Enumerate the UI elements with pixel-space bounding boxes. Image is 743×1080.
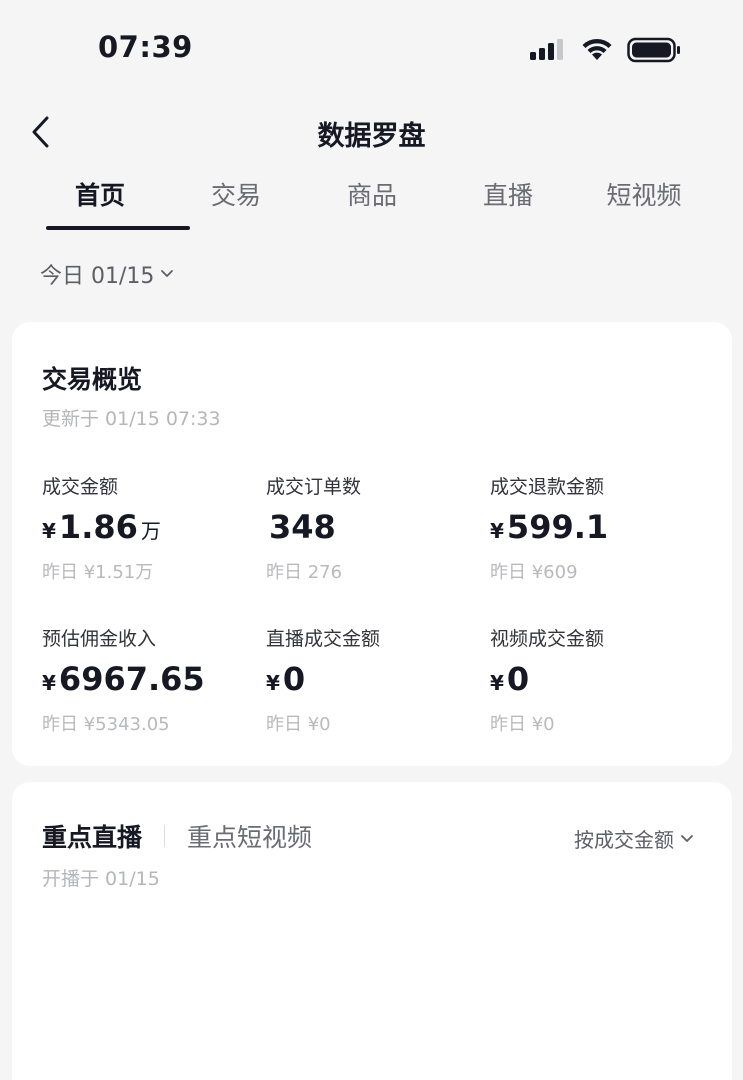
tab-label: 首页 bbox=[74, 181, 125, 210]
metric-number: 1.86 bbox=[58, 508, 138, 546]
metric-value: ¥ 6967.65 bbox=[42, 660, 266, 700]
metric-yesterday: 昨日 ¥0 bbox=[266, 714, 331, 735]
metrics-grid: 成交金额 ¥ 1.86 万 昨日 ¥1.51万 成交订单数 348 昨日 276… bbox=[42, 472, 722, 736]
metric-number: 6967.65 bbox=[58, 660, 205, 698]
tab-label: 交易 bbox=[210, 181, 261, 210]
metric-commission[interactable]: 预估佣金收入 ¥ 6967.65 昨日 ¥5343.05 bbox=[42, 624, 266, 736]
tab-home[interactable]: 首页 bbox=[32, 166, 190, 230]
metric-value: ¥ 0 bbox=[266, 660, 490, 700]
currency-symbol: ¥ bbox=[490, 671, 504, 695]
metric-number: 0 bbox=[506, 660, 530, 698]
metric-label: 视频成交金额 bbox=[490, 628, 605, 650]
currency-symbol: ¥ bbox=[490, 519, 504, 543]
metric-yesterday: 昨日 ¥1.51万 bbox=[42, 562, 154, 583]
top-tabs: 首页 交易 商品 直播 短视频 bbox=[32, 166, 712, 230]
page-title: 数据罗盘 bbox=[317, 121, 426, 152]
focus-tabs: 重点直播 重点短视频 bbox=[42, 818, 312, 854]
metric-refund[interactable]: 成交退款金额 ¥ 599.1 昨日 ¥609 bbox=[490, 472, 714, 584]
tab-products[interactable]: 商品 bbox=[304, 166, 440, 230]
metric-value: 348 bbox=[266, 508, 490, 548]
metric-yesterday: 昨日 ¥0 bbox=[490, 714, 555, 735]
tab-short-video[interactable]: 短视频 bbox=[576, 166, 712, 230]
currency-symbol: ¥ bbox=[266, 671, 280, 695]
cellular-signal-icon bbox=[530, 39, 563, 60]
tab-divider bbox=[164, 825, 166, 847]
metric-value: ¥ 1.86 万 bbox=[42, 508, 266, 548]
metric-label: 成交订单数 bbox=[266, 476, 362, 498]
metric-orders[interactable]: 成交订单数 348 昨日 276 bbox=[266, 472, 490, 584]
wifi-icon bbox=[582, 38, 612, 60]
chevron-down-icon bbox=[681, 834, 693, 842]
tab-label: 短视频 bbox=[606, 181, 682, 210]
metric-number: 348 bbox=[269, 508, 336, 546]
metric-yesterday: 昨日 ¥609 bbox=[490, 562, 578, 583]
currency-symbol: ¥ bbox=[42, 519, 56, 543]
metric-unit: 万 bbox=[140, 519, 161, 543]
metric-label: 成交金额 bbox=[42, 476, 119, 498]
sort-label: 按成交金额 bbox=[574, 828, 674, 852]
metric-label: 预估佣金收入 bbox=[42, 628, 157, 650]
tab-label: 商品 bbox=[346, 181, 397, 210]
metric-label: 直播成交金额 bbox=[266, 628, 381, 650]
card-title: 交易概览 bbox=[42, 365, 143, 394]
status-time: 07:39 bbox=[98, 30, 193, 64]
trade-overview-card: 交易概览 更新于 01/15 07:33 成交金额 ¥ 1.86 万 昨日 ¥1… bbox=[12, 322, 732, 766]
tab-trade[interactable]: 交易 bbox=[168, 166, 304, 230]
metric-yesterday: 昨日 ¥5343.05 bbox=[42, 714, 170, 735]
status-bar: 07:39 bbox=[0, 0, 743, 100]
metric-yesterday: 昨日 276 bbox=[266, 562, 343, 583]
focus-card: 重点直播 重点短视频 按成交金额 开播于 01/15 bbox=[12, 782, 732, 1080]
chevron-down-icon bbox=[161, 270, 174, 277]
metric-value: ¥ 599.1 bbox=[490, 508, 714, 548]
metric-value: ¥ 0 bbox=[490, 660, 714, 700]
metric-number: 599.1 bbox=[506, 508, 609, 546]
tab-live[interactable]: 直播 bbox=[440, 166, 576, 230]
metric-label: 成交退款金额 bbox=[490, 476, 605, 498]
sort-select[interactable]: 按成交金额 bbox=[574, 824, 694, 853]
metric-number: 0 bbox=[282, 660, 306, 698]
date-selector[interactable]: 今日 01/15 bbox=[40, 258, 174, 290]
metric-gmv[interactable]: 成交金额 ¥ 1.86 万 昨日 ¥1.51万 bbox=[42, 472, 266, 584]
nav-bar: 数据罗盘 bbox=[0, 100, 743, 166]
tab-focus-live[interactable]: 重点直播 bbox=[42, 818, 142, 854]
date-label: 今日 01/15 bbox=[40, 264, 155, 289]
battery-icon bbox=[627, 37, 680, 63]
tab-focus-short-video[interactable]: 重点短视频 bbox=[187, 818, 312, 854]
tab-label: 直播 bbox=[482, 181, 533, 210]
update-time: 更新于 01/15 07:33 bbox=[42, 408, 221, 430]
currency-symbol: ¥ bbox=[42, 671, 56, 695]
metric-video-gmv[interactable]: 视频成交金额 ¥ 0 昨日 ¥0 bbox=[490, 624, 714, 736]
live-start-date: 开播于 01/15 bbox=[42, 868, 160, 890]
status-icons bbox=[529, 36, 681, 64]
metric-live-gmv[interactable]: 直播成交金额 ¥ 0 昨日 ¥0 bbox=[266, 624, 490, 736]
